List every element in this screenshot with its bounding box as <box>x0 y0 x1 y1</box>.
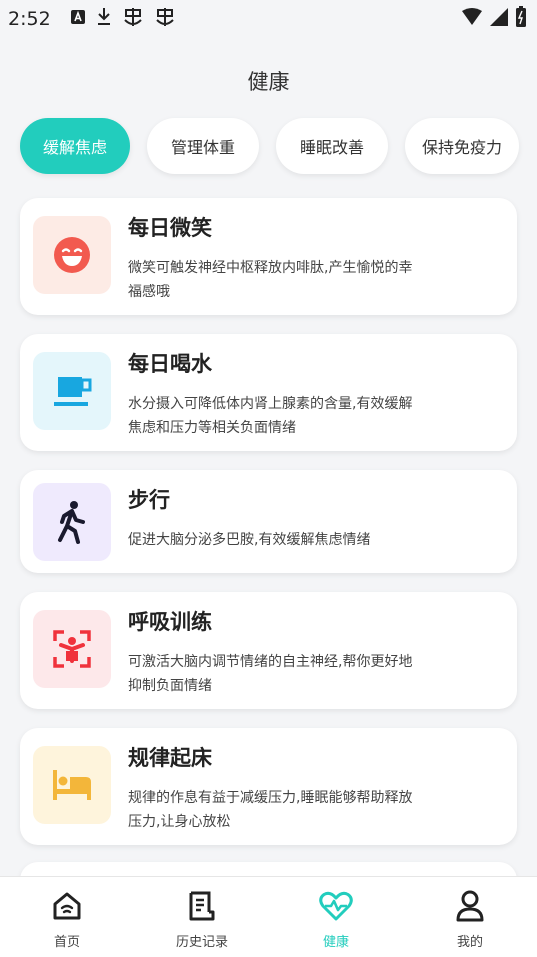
tab-manage-weight[interactable]: 管理体重 <box>147 118 259 174</box>
card-icon-box <box>33 610 111 688</box>
card-description: 规律的作息有益于减缓压力,睡眠能够帮助释放 压力,让身心放松 <box>128 790 413 830</box>
nav-item-history[interactable]: 历史记录 <box>162 889 242 950</box>
bottom-nav: 首页 历史记录 健康 我的 <box>0 876 537 957</box>
battery-icon <box>516 6 526 27</box>
tab-relieve-anxiety[interactable]: 缓解焦虑 <box>20 118 130 174</box>
nav-label: 首页 <box>53 935 80 950</box>
bug-icon-2 <box>156 8 174 26</box>
card-icon-box <box>33 746 111 824</box>
nav-label: 我的 <box>456 935 483 950</box>
card-title: 每日微笑 <box>128 216 212 240</box>
card-icon-box <box>33 216 111 294</box>
card-description: 促进大脑分泌多巴胺,有效缓解焦虑情绪 <box>128 532 371 548</box>
card-breathing-training[interactable]: 呼吸训练 可激活大脑内调节情绪的自主神经,帮你更好地 抑制负面情绪 <box>20 592 517 709</box>
category-tabs: 缓解焦虑 管理体重 睡眠改善 保持免疫力 <box>20 118 519 174</box>
status-bar: 2:52 <box>0 0 537 38</box>
bug-icon <box>124 8 142 26</box>
page-title: 健康 <box>247 70 290 94</box>
card-daily-water[interactable]: 每日喝水 水分摄入可降低体内肾上腺素的含量,有效缓解 焦虑和压力等相关负面情绪 <box>20 334 517 451</box>
card-title: 每日喝水 <box>128 352 212 376</box>
card-regular-wakeup[interactable]: 规律起床 规律的作息有益于减缓压力,睡眠能够帮助释放 压力,让身心放松 <box>20 728 517 845</box>
heart-pulse-icon <box>319 891 353 921</box>
nav-item-profile[interactable]: 我的 <box>430 889 510 950</box>
breath-icon <box>53 630 91 668</box>
card-walking[interactable]: 步行 促进大脑分泌多巴胺,有效缓解焦虑情绪 <box>20 470 517 573</box>
cup-icon <box>54 377 92 406</box>
home-icon <box>53 892 81 920</box>
profile-icon <box>456 890 484 922</box>
signal-icon <box>490 8 508 26</box>
card-description: 可激活大脑内调节情绪的自主神经,帮你更好地 抑制负面情绪 <box>128 654 413 694</box>
system-icons <box>461 6 527 28</box>
nav-label: 健康 <box>322 935 349 950</box>
card-title: 呼吸训练 <box>128 610 212 634</box>
card-title: 规律起床 <box>128 746 212 770</box>
card-icon-box <box>33 483 111 561</box>
wifi-icon <box>462 8 482 25</box>
walk-icon <box>58 501 85 544</box>
card-description: 水分摄入可降低体内肾上腺素的含量,有效缓解 焦虑和压力等相关负面情绪 <box>128 396 413 436</box>
nav-item-health[interactable]: 健康 <box>296 889 376 950</box>
status-time: 2:52 <box>8 8 51 30</box>
card-description: 微笑可触发神经中枢释放内啡肽,产生愉悦的幸 福感哦 <box>128 260 413 300</box>
notification-icons <box>70 6 176 28</box>
card-icon-box <box>33 352 111 430</box>
tab-improve-sleep[interactable]: 睡眠改善 <box>276 118 388 174</box>
tab-keep-immunity[interactable]: 保持免疫力 <box>405 118 519 174</box>
smile-icon <box>54 237 90 273</box>
nav-item-home[interactable]: 首页 <box>27 889 107 950</box>
notification-a-icon <box>71 10 85 24</box>
nav-label: 历史记录 <box>175 935 228 950</box>
card-title: 步行 <box>128 488 170 512</box>
history-icon <box>189 891 215 921</box>
card-daily-smile[interactable]: 每日微笑 微笑可触发神经中枢释放内啡肽,产生愉悦的幸 福感哦 <box>20 198 517 315</box>
download-icon <box>98 8 110 25</box>
bed-icon <box>53 770 91 800</box>
